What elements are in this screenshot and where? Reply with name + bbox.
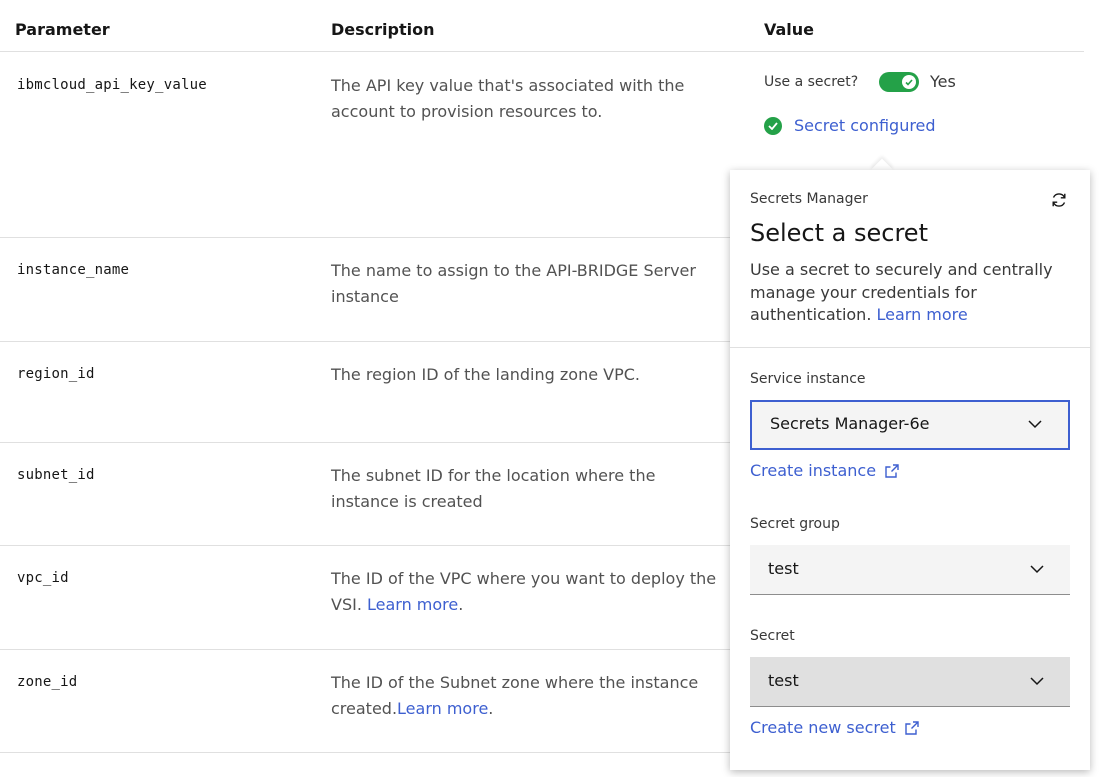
desc-text: The ID of the Subnet zone where the inst… (331, 673, 699, 718)
param-description: The name to assign to the API-BRIDGE Ser… (331, 261, 696, 306)
secret-group-value: test (768, 559, 799, 578)
secret-configured-text: Secret configured (794, 116, 936, 135)
secret-value: test (768, 671, 799, 690)
use-secret-label: Use a secret? (764, 74, 859, 90)
popover-divider (730, 347, 1090, 348)
param-name: instance_name (17, 262, 130, 278)
header-description: Description (331, 20, 435, 39)
popover-title: Select a secret (750, 219, 928, 247)
toggle-knob (902, 75, 916, 89)
learn-more-link[interactable]: Learn more (397, 699, 488, 718)
param-name: zone_id (17, 674, 78, 690)
use-secret-toggle[interactable] (879, 72, 919, 92)
select-secret-popover: Secrets Manager Select a secret Use a se… (730, 170, 1090, 770)
launch-icon (905, 720, 919, 735)
secret-label: Secret (750, 628, 795, 644)
create-secret-text: Create new secret (750, 718, 896, 737)
service-instance-select[interactable]: Secrets Manager-6e (750, 400, 1070, 450)
popover-description: Use a secret to securely and centrally m… (750, 259, 1070, 327)
secret-group-label: Secret group (750, 516, 840, 532)
secret-select[interactable]: test (750, 657, 1070, 707)
learn-more-link[interactable]: Learn more (367, 595, 458, 614)
param-name: subnet_id (17, 467, 95, 483)
param-description: The API key value that's associated with… (331, 76, 685, 121)
param-description: The subnet ID for the location where the… (331, 466, 656, 511)
create-new-secret-link[interactable]: Create new secret (750, 718, 920, 737)
create-instance-link[interactable]: Create instance (750, 461, 900, 480)
desc-punct: . (488, 699, 494, 718)
toggle-state-label: Yes (930, 72, 956, 91)
learn-more-link[interactable]: Learn more (877, 305, 968, 324)
header-parameter: Parameter (15, 20, 110, 39)
secret-group-select[interactable]: test (750, 545, 1070, 595)
service-instance-label: Service instance (750, 371, 866, 387)
chevron-down-icon (1030, 565, 1044, 574)
checkmark-icon (905, 78, 913, 86)
popover-supertitle: Secrets Manager (750, 191, 868, 207)
secret-configured-status[interactable]: Secret configured (764, 116, 936, 135)
table-header: Parameter Description Value (0, 0, 1084, 52)
desc-punct: . (458, 595, 464, 614)
chevron-down-icon (1028, 420, 1042, 429)
create-instance-text: Create instance (750, 461, 877, 480)
checkmark-filled-icon (764, 116, 782, 135)
param-name: ibmcloud_api_key_value (17, 77, 207, 93)
header-value: Value (764, 20, 815, 39)
chevron-down-icon (1030, 677, 1044, 686)
launch-icon (885, 463, 899, 478)
caret-cover (866, 170, 898, 182)
service-instance-value: Secrets Manager-6e (770, 414, 930, 433)
refresh-icon[interactable] (1050, 191, 1068, 209)
param-name: vpc_id (17, 570, 69, 586)
param-description: The ID of the VPC where you want to depl… (331, 566, 721, 618)
param-name: region_id (17, 366, 95, 382)
param-description: The ID of the Subnet zone where the inst… (331, 670, 721, 722)
param-description: The region ID of the landing zone VPC. (331, 365, 640, 384)
